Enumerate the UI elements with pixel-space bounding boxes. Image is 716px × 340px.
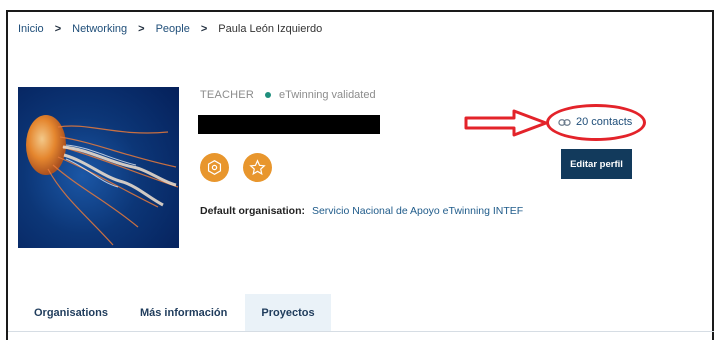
- jellyfish-image: [26, 115, 179, 246]
- tab-proyectos[interactable]: Proyectos: [245, 294, 331, 331]
- default-organisation-label: Default organisation:: [200, 205, 306, 217]
- default-organisation: Default organisation: Servicio Nacional …: [200, 205, 523, 217]
- tab-mas-informacion[interactable]: Más información: [124, 294, 245, 331]
- breadcrumb-separator-icon: >: [54, 23, 62, 35]
- breadcrumb: Inicio > Networking > People > Paula Leó…: [18, 23, 322, 35]
- role-label: TEACHER: [200, 89, 254, 101]
- breadcrumb-current: Paula León Izquierdo: [218, 23, 323, 35]
- validation-status: eTwinning validated: [278, 89, 376, 101]
- breadcrumb-people[interactable]: People: [156, 23, 190, 35]
- breadcrumb-inicio[interactable]: Inicio: [18, 23, 44, 35]
- contacts-annotation: 20 contacts: [546, 104, 646, 141]
- redacted-name: [198, 115, 380, 134]
- link-icon: [558, 118, 571, 126]
- edit-profile-button[interactable]: Editar perfil: [561, 149, 632, 179]
- profile-photo: [18, 87, 179, 248]
- profile-tabs: Organisations Más información Proyectos: [18, 294, 331, 331]
- role-line: TEACHER eTwinning validated: [200, 89, 376, 101]
- star-badge-icon[interactable]: [243, 153, 272, 182]
- tabs-divider: [8, 331, 714, 332]
- breadcrumb-separator-icon: >: [200, 23, 208, 35]
- breadcrumb-separator-icon: >: [138, 23, 145, 35]
- breadcrumb-networking[interactable]: Networking: [72, 23, 127, 35]
- red-arrow-annotation-icon: [464, 109, 548, 137]
- default-organisation-link[interactable]: Servicio Nacional de Apoyo eTwinning INT…: [312, 205, 523, 217]
- validated-status-dot-icon: [264, 92, 271, 98]
- tab-organisations[interactable]: Organisations: [18, 294, 124, 331]
- contacts-count-label: 20 contacts: [576, 116, 633, 128]
- hexagon-badge-icon[interactable]: [200, 153, 229, 182]
- contacts-link[interactable]: 20 contacts: [558, 116, 632, 128]
